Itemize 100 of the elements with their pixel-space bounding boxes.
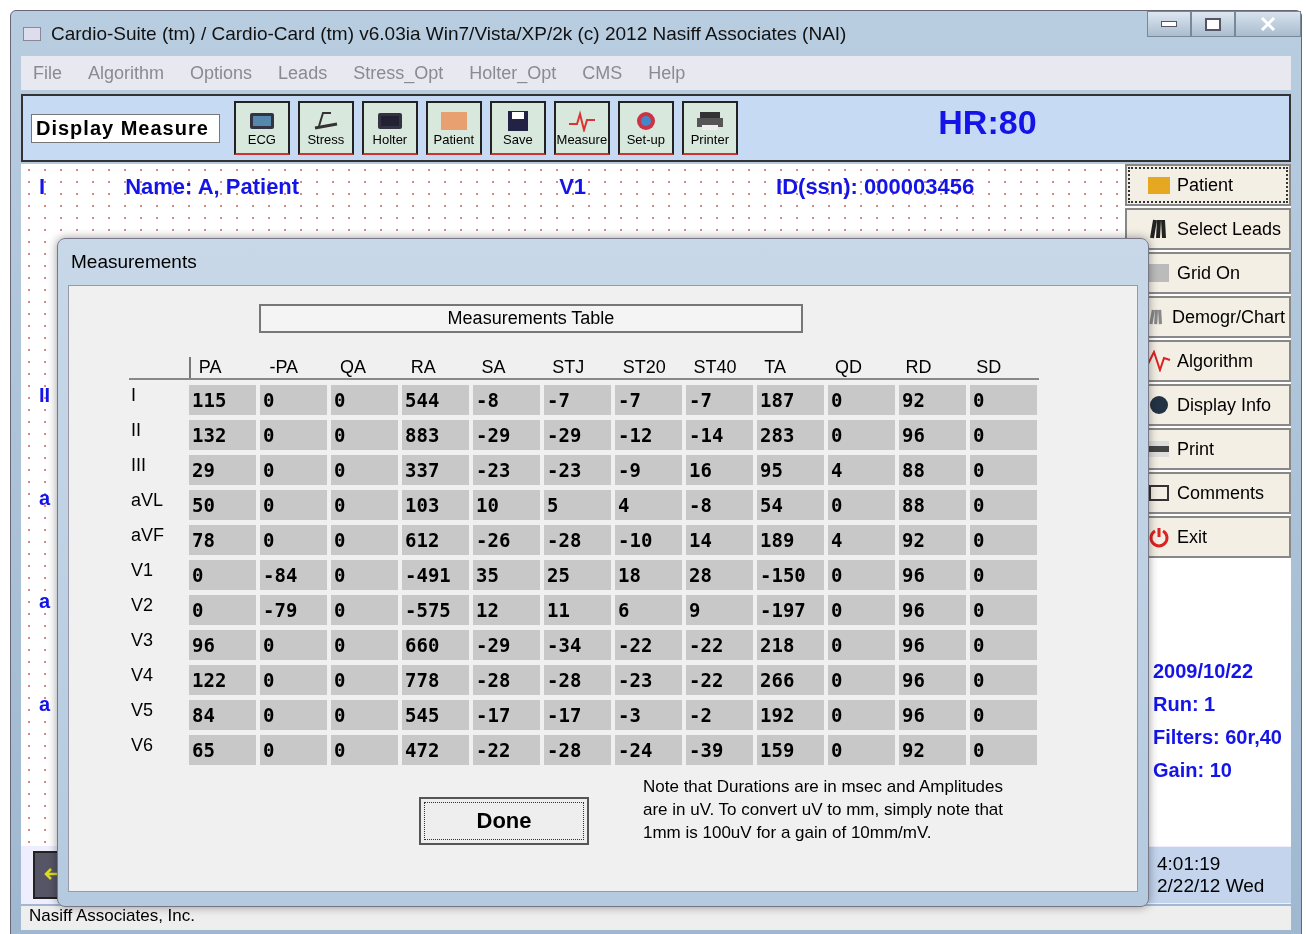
table-cell: -23	[544, 455, 611, 485]
table-cell: 337	[402, 455, 469, 485]
toolbar-button[interactable]: Patient	[425, 101, 482, 155]
table-cell: 6	[615, 595, 682, 625]
table-cell: 10	[473, 490, 540, 520]
lead-label: a	[39, 590, 51, 613]
toolbar-button[interactable]: Stress	[297, 101, 354, 155]
table-cell: 0	[331, 455, 398, 485]
table-cell: -7	[686, 385, 753, 415]
done-button[interactable]: Done	[419, 797, 589, 845]
table-cell: -3	[615, 700, 682, 730]
folder-icon	[1147, 174, 1171, 196]
table-cell: -28	[544, 665, 611, 695]
table-cell: 92	[899, 735, 966, 765]
table-cell: -10	[615, 525, 682, 555]
table-cell: 0	[260, 490, 327, 520]
dialog-title: Measurements	[70, 250, 198, 274]
recording-info: Run: 1	[1153, 693, 1217, 716]
table-cell: 25	[544, 560, 611, 590]
table-cell: -2	[686, 700, 753, 730]
patient-name: Name: A, Patient	[125, 174, 300, 200]
recording-info: Gain: 10	[1153, 759, 1233, 782]
table-cell: -150	[757, 560, 824, 590]
sidebar-button[interactable]: Patient	[1125, 164, 1291, 206]
table-cell: 0	[828, 560, 895, 590]
table-cell: 218	[757, 630, 824, 660]
toolbar-button[interactable]: Set-up	[617, 101, 674, 155]
table-cell: -23	[473, 455, 540, 485]
table-cell: 50	[189, 490, 256, 520]
table-cell: 96	[899, 420, 966, 450]
table-cell: 78	[189, 525, 256, 555]
heart-rate: HR:80	[937, 102, 1038, 142]
table-cell: 132	[189, 420, 256, 450]
column-header: ST40	[692, 357, 738, 378]
toolbar-button[interactable]: ECG	[233, 101, 290, 155]
table-cell: 0	[970, 385, 1037, 415]
table-cell: 0	[828, 700, 895, 730]
table-cell: 883	[402, 420, 469, 450]
table-cell: -197	[757, 595, 824, 625]
table-cell: -12	[615, 420, 682, 450]
table-cell: 96	[899, 560, 966, 590]
table-cell: 84	[189, 700, 256, 730]
table-cell: -8	[473, 385, 540, 415]
table-cell: -22	[686, 630, 753, 660]
table-cell: 54	[757, 490, 824, 520]
toolbar-button[interactable]: Holter	[361, 101, 418, 155]
column-header: PA	[197, 357, 223, 378]
table-cell: 0	[331, 595, 398, 625]
table-cell: 0	[828, 420, 895, 450]
table-cell: 92	[899, 385, 966, 415]
table-cell: 0	[970, 490, 1037, 520]
table-cell: 65	[189, 735, 256, 765]
table-cell: 0	[970, 560, 1037, 590]
row-label: I	[130, 385, 137, 407]
table-cell: 0	[260, 525, 327, 555]
table-cell: 11	[544, 595, 611, 625]
sidebar-button[interactable]: Select Leads	[1125, 208, 1291, 250]
table-cell: 266	[757, 665, 824, 695]
table-cell: 0	[828, 595, 895, 625]
table-cell: 16	[686, 455, 753, 485]
minimize-button[interactable]	[1147, 11, 1191, 37]
row-label: aVF	[130, 525, 165, 547]
column-header: RD	[904, 357, 933, 378]
table-cell: 0	[970, 595, 1037, 625]
row-label: V3	[130, 630, 155, 652]
table-cell: 0	[970, 665, 1037, 695]
table-cell: 0	[260, 700, 327, 730]
row-label: V6	[130, 735, 155, 757]
table-cell: 0	[331, 385, 398, 415]
table-cell: 0	[331, 420, 398, 450]
table-cell: 0	[331, 490, 398, 520]
table-cell: 122	[189, 665, 256, 695]
arrow-left-icon	[43, 865, 59, 882]
toolbar-button[interactable]: Save	[489, 101, 546, 155]
row-label: V2	[130, 595, 155, 617]
toolbar-button[interactable]: Printer	[681, 101, 738, 155]
table-cell: 9	[686, 595, 753, 625]
table-cell: -26	[473, 525, 540, 555]
table-cell: 778	[402, 665, 469, 695]
column-header: RA	[409, 357, 437, 378]
table-cell: -575	[402, 595, 469, 625]
table-cell: 0	[331, 525, 398, 555]
table-cell: -491	[402, 560, 469, 590]
table-cell: 0	[828, 665, 895, 695]
column-header: SD	[975, 357, 1003, 378]
table-cell: -7	[615, 385, 682, 415]
table-cell: 0	[260, 385, 327, 415]
table-cell: -7	[544, 385, 611, 415]
column-header: SA	[480, 357, 507, 378]
close-button[interactable]	[1235, 11, 1301, 37]
table-title: Measurements Table	[259, 304, 803, 333]
toolbar-button[interactable]: Measure	[553, 101, 610, 155]
row-label: aVL	[130, 490, 165, 512]
table-cell: 189	[757, 525, 824, 555]
maximize-button[interactable]	[1191, 11, 1235, 37]
table-cell: -24	[615, 735, 682, 765]
table-cell: -39	[686, 735, 753, 765]
folder-icon	[438, 109, 469, 132]
table-cell: -28	[544, 735, 611, 765]
column-header: TA	[763, 357, 787, 378]
